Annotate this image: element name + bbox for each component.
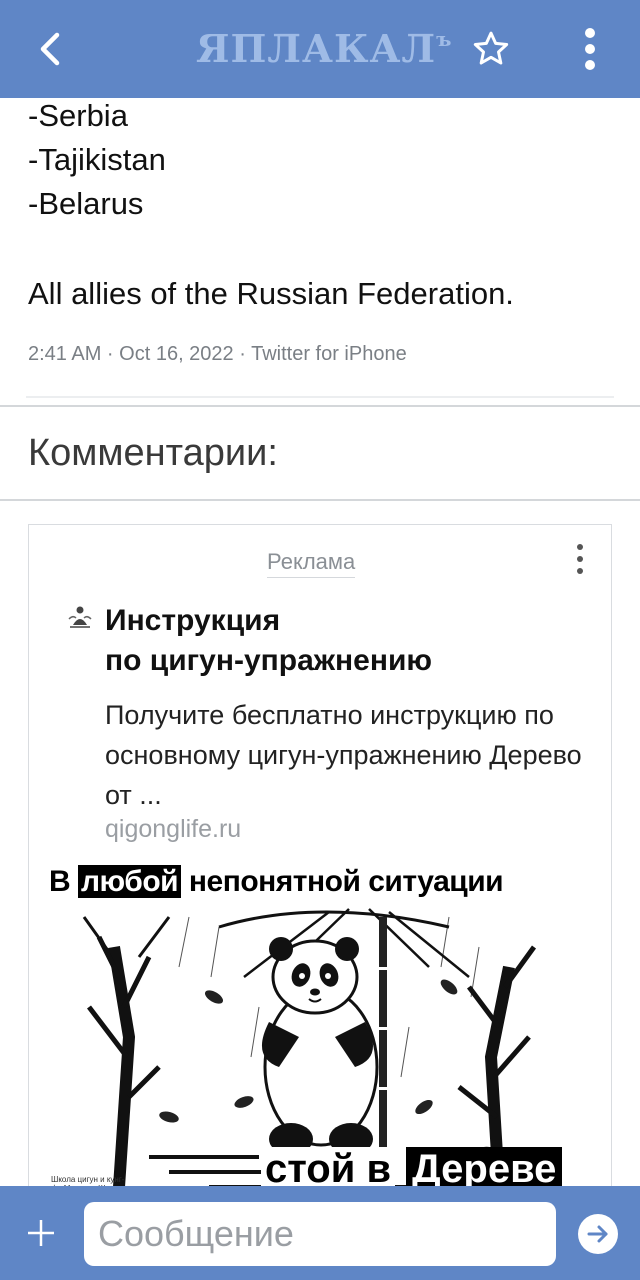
caption-highlight: Дереве: [406, 1147, 563, 1191]
top-app-bar: ЯПЛАКАЛъ: [0, 0, 640, 98]
attach-button[interactable]: [18, 1210, 64, 1256]
tweet-line: -Serbia: [28, 98, 128, 133]
ad-description: Получите бесплатно инструкцию по основно…: [105, 700, 582, 810]
back-button[interactable]: [26, 22, 74, 76]
message-input[interactable]: [84, 1202, 556, 1266]
caption-text: непонятной ситуации: [181, 865, 504, 898]
comments-heading: Комментарии:: [28, 432, 278, 474]
message-composer: [0, 1186, 640, 1280]
overflow-menu-button[interactable]: [570, 20, 610, 78]
more-vertical-icon: [585, 28, 595, 70]
tweet-meta: 2:41 AM · Oct 16, 2022 · Twitter for iPh…: [28, 343, 407, 365]
tweet-summary: All allies of the Russian Federation.: [28, 276, 514, 311]
site-logo[interactable]: ЯПЛАКАЛъ: [196, 24, 452, 74]
tweet-embed: -Serbia -Tajikistan -Belarus All allies …: [0, 98, 640, 406]
arrow-right-icon: [580, 1216, 616, 1252]
caption-highlight: любой: [78, 865, 182, 898]
plus-icon: [28, 1220, 54, 1246]
chevron-left-icon: [40, 32, 60, 66]
ad-image[interactable]: В любой непонятной ситуации стой в Дерев…: [29, 857, 611, 1224]
favorite-button[interactable]: [464, 24, 518, 74]
caption-text: стой в: [261, 1147, 396, 1191]
caption-text: В: [49, 865, 78, 898]
divider: [26, 396, 614, 398]
tweet-line: -Belarus: [28, 186, 144, 221]
ad-title-line: по цигун-упражнению: [105, 644, 433, 677]
ad-title[interactable]: Инструкция по цигун-упражнению: [105, 601, 432, 681]
site-logo-suffix: ъ: [436, 27, 453, 51]
ad-title-line: Инструкция: [105, 604, 281, 637]
tweet-line: -Tajikistan: [28, 142, 166, 177]
ad-domain[interactable]: qigonglife.ru: [105, 815, 241, 844]
ad-card[interactable]: Реклама Инструкция по цигун-упражнению П…: [28, 524, 612, 1224]
divider: [0, 499, 640, 501]
divider: [0, 405, 640, 407]
star-icon: [473, 31, 509, 65]
ad-options-button[interactable]: [567, 541, 593, 577]
ad-label: Реклама: [267, 549, 356, 578]
send-button[interactable]: [578, 1214, 618, 1254]
more-vertical-icon: [577, 544, 583, 574]
ad-image-caption-top: В любой непонятной ситуации: [49, 865, 504, 899]
advertiser-favicon-icon: [68, 606, 92, 628]
site-logo-text: ЯПЛАКАЛ: [196, 26, 437, 71]
